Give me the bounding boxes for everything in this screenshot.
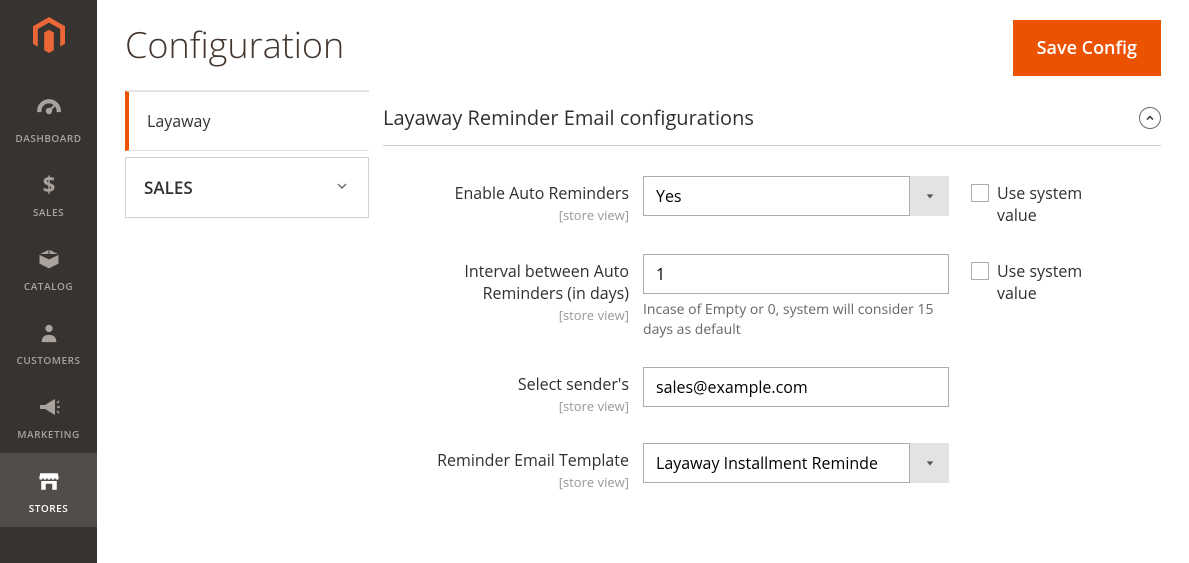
sidebar-item-label: CATALOG [24,279,73,293]
field-label: Select sender's [383,373,629,395]
sidebar-item-label: DASHBOARD [15,131,81,145]
page-title: Configuration [125,20,344,69]
sidebar-item-marketing[interactable]: MARKETING [0,379,97,453]
use-system-value-checkbox[interactable] [971,184,989,202]
store-icon [35,467,63,495]
config-section: Layaway Reminder Email configurations En… [383,90,1161,519]
sender-input[interactable] [643,367,949,407]
save-config-button[interactable]: Save Config [1013,20,1161,76]
use-system-value-label: Use system value [997,260,1087,304]
field-label-col: Interval between Auto Reminders (in days… [383,254,643,324]
sidebar-item-label: CUSTOMERS [17,353,81,367]
system-value-col: Use system value [949,176,1087,226]
config-nav-header-label: SALES [144,176,193,199]
field-interval: Interval between Auto Reminders (in days… [383,254,1161,339]
template-select[interactable] [643,443,949,483]
field-scope: [store view] [383,473,629,491]
interval-input[interactable] [643,254,949,294]
content-area: Layaway SALES Layaway Reminder Email con… [97,90,1189,519]
sidebar-item-customers[interactable]: CUSTOMERS [0,305,97,379]
field-label-col: Reminder Email Template [store view] [383,443,643,491]
sidebar-item-stores[interactable]: STORES [0,453,97,527]
use-system-value-checkbox[interactable] [971,262,989,280]
sidebar-item-label: STORES [29,501,68,515]
sidebar-item-sales[interactable]: $ SALES [0,157,97,231]
system-value-col: Use system value [949,254,1087,304]
field-scope: [store view] [383,206,629,224]
magento-logo-icon [29,15,69,55]
field-label: Reminder Email Template [383,449,629,471]
select-wrap [643,443,949,483]
field-note: Incase of Empty or 0, system will consid… [643,300,949,339]
person-icon [35,319,63,347]
field-input-col [643,176,949,216]
field-input-col [643,367,949,407]
chevron-down-icon [334,177,350,199]
field-label: Enable Auto Reminders [383,182,629,204]
page-header: Configuration Save Config [97,0,1189,76]
sidebar-item-dashboard[interactable]: DASHBOARD [0,83,97,157]
field-label: Interval between Auto Reminders (in days… [383,260,629,304]
box-icon [35,245,63,273]
megaphone-icon [35,393,63,421]
config-nav: Layaway SALES [125,90,369,519]
dollar-icon: $ [35,171,63,199]
dashboard-icon [35,97,63,125]
field-scope: [store view] [383,306,629,324]
select-wrap [643,176,949,216]
field-enable-auto-reminders: Enable Auto Reminders [store view] Use s… [383,176,1161,226]
field-input-col [643,443,949,483]
sidebar-item-label: SALES [33,205,64,219]
field-template: Reminder Email Template [store view] [383,443,1161,491]
enable-reminders-select[interactable] [643,176,949,216]
collapse-icon[interactable] [1139,107,1161,129]
field-label-col: Select sender's [store view] [383,367,643,415]
config-nav-layaway[interactable]: Layaway [125,91,369,151]
sidebar-item-catalog[interactable]: CATALOG [0,231,97,305]
use-system-value-label: Use system value [997,182,1087,226]
field-input-col: Incase of Empty or 0, system will consid… [643,254,949,339]
admin-sidebar: DASHBOARD $ SALES CATALOG CUSTOMERS MARK… [0,0,97,563]
main-content: Configuration Save Config Layaway SALES … [97,0,1189,563]
field-label-col: Enable Auto Reminders [store view] [383,176,643,224]
svg-text:$: $ [42,174,55,196]
field-sender: Select sender's [store view] [383,367,1161,415]
sidebar-item-label: MARKETING [17,427,79,441]
section-title: Layaway Reminder Email configurations [383,104,754,131]
nav-tab-group: Layaway [125,90,369,151]
section-header[interactable]: Layaway Reminder Email configurations [383,90,1161,146]
field-scope: [store view] [383,397,629,415]
config-nav-sales[interactable]: SALES [125,157,369,218]
